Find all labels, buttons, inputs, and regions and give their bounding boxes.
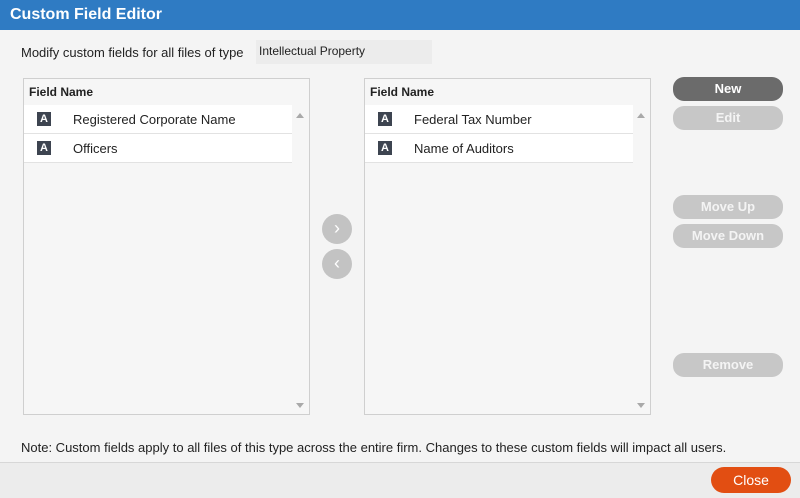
remove-button[interactable]: Remove <box>673 353 783 377</box>
list-item[interactable]: A Officers <box>24 134 293 163</box>
selected-fields-list: Field Name A Federal Tax Number A Name o… <box>364 78 651 415</box>
window-title: Custom Field Editor <box>10 6 162 23</box>
available-list-header: Field Name <box>29 85 94 99</box>
field-name: Name of Auditors <box>414 141 514 156</box>
remove-field-button[interactable]: ‹ <box>322 249 352 279</box>
dialog-footer <box>0 462 800 498</box>
scroll-up-arrow-icon[interactable] <box>637 113 645 118</box>
title-bar: Custom Field Editor <box>0 0 800 30</box>
move-down-button[interactable]: Move Down <box>673 224 783 248</box>
file-type-label: Modify custom fields for all files of ty… <box>21 45 244 60</box>
move-up-button[interactable]: Move Up <box>673 195 783 219</box>
text-field-icon: A <box>378 112 392 126</box>
available-fields-list: Field Name A Registered Corporate Name A… <box>23 78 310 415</box>
text-field-icon: A <box>37 112 51 126</box>
field-name: Federal Tax Number <box>414 112 532 127</box>
close-button[interactable]: Close <box>711 467 791 493</box>
scroll-down-arrow-icon[interactable] <box>296 403 304 408</box>
new-button[interactable]: New <box>673 77 783 101</box>
scroll-up-arrow-icon[interactable] <box>296 113 304 118</box>
text-field-icon: A <box>378 141 392 155</box>
file-type-field[interactable]: Intellectual Property <box>256 40 432 64</box>
scroll-down-arrow-icon[interactable] <box>637 403 645 408</box>
edit-button[interactable]: Edit <box>673 106 783 130</box>
custom-fields-note: Note: Custom fields apply to all files o… <box>21 440 727 455</box>
add-field-button[interactable]: › <box>322 214 352 244</box>
list-item[interactable]: A Registered Corporate Name <box>24 105 293 134</box>
field-name: Registered Corporate Name <box>73 112 236 127</box>
list-item[interactable]: A Federal Tax Number <box>365 105 634 134</box>
selected-list-rows: A Federal Tax Number A Name of Auditors <box>365 105 634 163</box>
field-name: Officers <box>73 141 118 156</box>
selected-list-scrollbar[interactable] <box>633 105 650 414</box>
list-item[interactable]: A Name of Auditors <box>365 134 634 163</box>
text-field-icon: A <box>37 141 51 155</box>
available-list-scrollbar[interactable] <box>292 105 309 414</box>
selected-list-header: Field Name <box>370 85 435 99</box>
available-list-rows: A Registered Corporate Name A Officers <box>24 105 293 163</box>
